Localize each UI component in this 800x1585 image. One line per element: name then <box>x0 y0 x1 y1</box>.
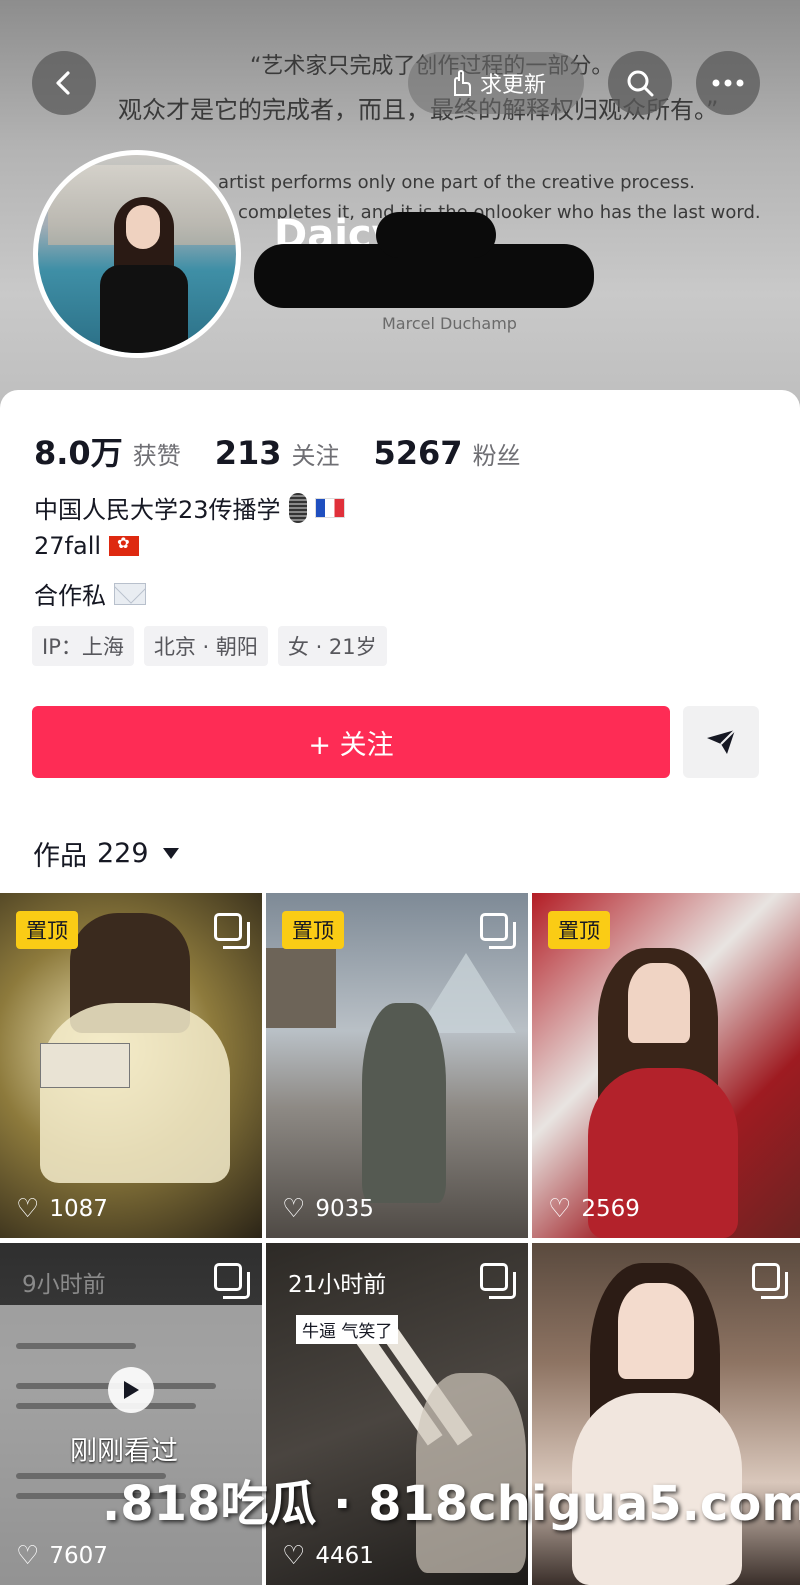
video-thumbnail[interactable]: 置顶 ♡ 1087 <box>0 893 262 1238</box>
microphone-icon <box>288 492 307 523</box>
recently-watched-label: 刚刚看过 <box>70 1436 178 1467</box>
like-count: ♡ 4461 <box>282 1541 374 1571</box>
likes-count: 8.0万 <box>34 434 123 472</box>
multi-image-icon <box>214 1263 250 1299</box>
caret-down-icon <box>162 848 179 859</box>
post-time: 21小时前 <box>288 1272 387 1298</box>
pinned-badge: 置顶 <box>548 911 610 949</box>
tag-gender-age: 女 · 21岁 <box>277 626 387 666</box>
bio-text-2: 27fall <box>34 532 102 560</box>
like-count-value: 7607 <box>49 1543 108 1569</box>
like-count: ♡ 1087 <box>16 1194 108 1224</box>
hong-kong-flag-icon <box>109 534 140 556</box>
video-thumbnail[interactable]: 置顶 ♡ 2569 <box>532 893 800 1238</box>
pinned-badge: 置顶 <box>282 911 344 949</box>
hand-point-icon <box>453 69 471 96</box>
profile-stats: 8.0万 获赞 213 关注 5267 粉丝 <box>34 428 555 474</box>
like-count: ♡ 9035 <box>282 1194 374 1224</box>
bio-line-2: 27fall <box>34 532 140 560</box>
heart-icon: ♡ <box>548 1194 572 1224</box>
video-caption: 牛逼 气笑了 <box>296 1315 399 1344</box>
like-count: ♡ 7607 <box>16 1541 108 1571</box>
pinned-badge: 置顶 <box>16 911 78 949</box>
works-label: 作品 <box>33 841 87 872</box>
following-label[interactable]: 关注 <box>292 436 340 471</box>
send-icon <box>707 729 736 754</box>
watermark-text: .818吃瓜 · 818chigua5.com <box>102 1476 800 1532</box>
following-count[interactable]: 213 <box>215 434 282 472</box>
search-icon <box>627 70 654 97</box>
bio-line-1: 中国人民大学23传播学 <box>34 490 345 525</box>
followers-label[interactable]: 粉丝 <box>473 436 521 471</box>
back-button[interactable] <box>32 51 96 115</box>
follow-button[interactable]: + 关注 <box>32 706 670 778</box>
bio-line-3: 合作私 <box>34 576 146 611</box>
share-button[interactable] <box>683 706 759 778</box>
likes-label: 获赞 <box>132 442 181 470</box>
bio-text-3: 合作私 <box>34 582 106 610</box>
more-dots-icon <box>712 79 744 87</box>
works-count: 229 <box>97 838 149 869</box>
followers-count[interactable]: 5267 <box>374 434 463 472</box>
works-tab[interactable]: 作品 229 <box>33 834 179 873</box>
multi-image-icon <box>480 1263 516 1299</box>
cover-quote-en-1: artist performs only one part of the cre… <box>218 172 695 193</box>
like-count-value: 9035 <box>315 1196 374 1222</box>
profile-tags: IP：上海 北京 · 朝阳 女 · 21岁 <box>32 626 387 666</box>
like-count-value: 2569 <box>581 1196 640 1222</box>
multi-image-icon <box>480 913 516 949</box>
like-count-value: 4461 <box>315 1543 374 1569</box>
video-thumbnail[interactable]: 置顶 ♡ 9035 <box>266 893 528 1238</box>
like-count: ♡ 2569 <box>548 1194 640 1224</box>
tag-ip: IP：上海 <box>32 626 134 666</box>
play-icon <box>108 1367 154 1413</box>
multi-image-icon <box>214 913 250 949</box>
more-button[interactable] <box>696 51 760 115</box>
heart-icon: ♡ <box>16 1541 40 1571</box>
heart-icon: ♡ <box>282 1541 306 1571</box>
avatar[interactable] <box>33 150 241 358</box>
france-flag-icon <box>314 497 345 518</box>
cover-quote-author: Marcel Duchamp <box>382 314 517 333</box>
search-button[interactable] <box>608 51 672 115</box>
multi-image-icon <box>752 1263 788 1299</box>
post-time: 9小时前 <box>22 1272 106 1298</box>
request-update-button[interactable]: 求更新 <box>408 52 584 114</box>
redaction-mark <box>376 212 496 258</box>
request-update-label: 求更新 <box>479 73 546 98</box>
tag-location: 北京 · 朝阳 <box>143 626 268 666</box>
like-count-value: 1087 <box>49 1196 108 1222</box>
heart-icon: ♡ <box>282 1194 306 1224</box>
chevron-left-icon <box>56 71 70 95</box>
envelope-icon <box>114 582 146 605</box>
heart-icon: ♡ <box>16 1194 40 1224</box>
bio-text-1: 中国人民大学23传播学 <box>34 496 281 524</box>
